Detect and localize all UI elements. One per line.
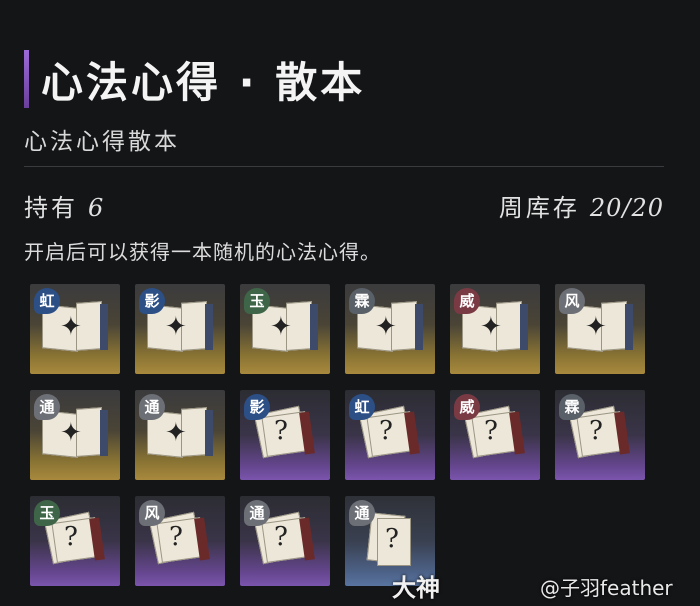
title-accent-bar bbox=[24, 50, 29, 108]
title-row: 心法心得 · 散本 bbox=[24, 50, 365, 108]
reward-item-open-book[interactable]: ✦ 影 bbox=[135, 284, 225, 374]
school-badge-icon: 风 bbox=[139, 500, 165, 526]
reward-item-open-book[interactable]: ✦ 风 bbox=[555, 284, 645, 374]
owned-label: 持有 bbox=[24, 194, 78, 222]
divider bbox=[24, 166, 664, 167]
item-detail-panel: 心法心得 · 散本 心法心得散本 持有 6 周库存 20/20 开启后可以获得一本随… bbox=[0, 0, 700, 606]
school-badge-icon: 通 bbox=[34, 394, 60, 420]
reward-item-mystery-book[interactable]: ? 虹 bbox=[345, 390, 435, 480]
reward-item-mystery-book[interactable]: ? 威 bbox=[450, 390, 540, 480]
school-badge-icon: 玉 bbox=[34, 500, 60, 526]
owned-value: 6 bbox=[88, 194, 104, 222]
reward-item-mystery-book[interactable]: ? 风 bbox=[135, 496, 225, 586]
school-badge-icon: 威 bbox=[454, 288, 480, 314]
reward-item-open-book[interactable]: ✦ 虹 bbox=[30, 284, 120, 374]
reward-item-mystery-book[interactable]: ? 玉 bbox=[30, 496, 120, 586]
item-title: 心法心得 · 散本 bbox=[41, 57, 366, 107]
watermark-user: @子羽feather bbox=[540, 576, 673, 600]
school-badge-icon: 玉 bbox=[244, 288, 270, 314]
owned-count: 持有 6 bbox=[24, 188, 103, 223]
reward-item-open-book[interactable]: ✦ 玉 bbox=[240, 284, 330, 374]
item-subtitle: 心法心得散本 bbox=[24, 129, 180, 155]
school-badge-icon: 通 bbox=[349, 500, 375, 526]
school-badge-icon: 虹 bbox=[349, 394, 375, 420]
reward-item-mystery-book[interactable]: ? 影 bbox=[240, 390, 330, 480]
watermark-brand: 大神 bbox=[392, 574, 440, 602]
school-badge-icon: 通 bbox=[244, 500, 270, 526]
school-badge-icon: 影 bbox=[139, 288, 165, 314]
weekly-stock: 周库存 20/20 bbox=[499, 188, 664, 223]
reward-item-mystery-book[interactable]: ? 霖 bbox=[555, 390, 645, 480]
reward-item-open-book[interactable]: ✦ 威 bbox=[450, 284, 540, 374]
reward-item-open-book[interactable]: ✦ 通 bbox=[135, 390, 225, 480]
school-badge-icon: 威 bbox=[454, 394, 480, 420]
school-badge-icon: 霖 bbox=[559, 394, 585, 420]
weekly-stock-value: 20/20 bbox=[589, 194, 664, 222]
item-description: 开启后可以获得一本随机的心法心得。 bbox=[24, 240, 381, 264]
school-badge-icon: 虹 bbox=[34, 288, 60, 314]
school-badge-icon: 通 bbox=[139, 394, 165, 420]
reward-item-open-book[interactable]: ✦ 霖 bbox=[345, 284, 435, 374]
school-badge-icon: 影 bbox=[244, 394, 270, 420]
weekly-stock-label: 周库存 bbox=[498, 194, 580, 222]
school-badge-icon: 风 bbox=[559, 288, 585, 314]
reward-item-mystery-book[interactable]: ? 通 bbox=[240, 496, 330, 586]
school-badge-icon: 霖 bbox=[349, 288, 375, 314]
reward-item-open-book[interactable]: ✦ 通 bbox=[30, 390, 120, 480]
